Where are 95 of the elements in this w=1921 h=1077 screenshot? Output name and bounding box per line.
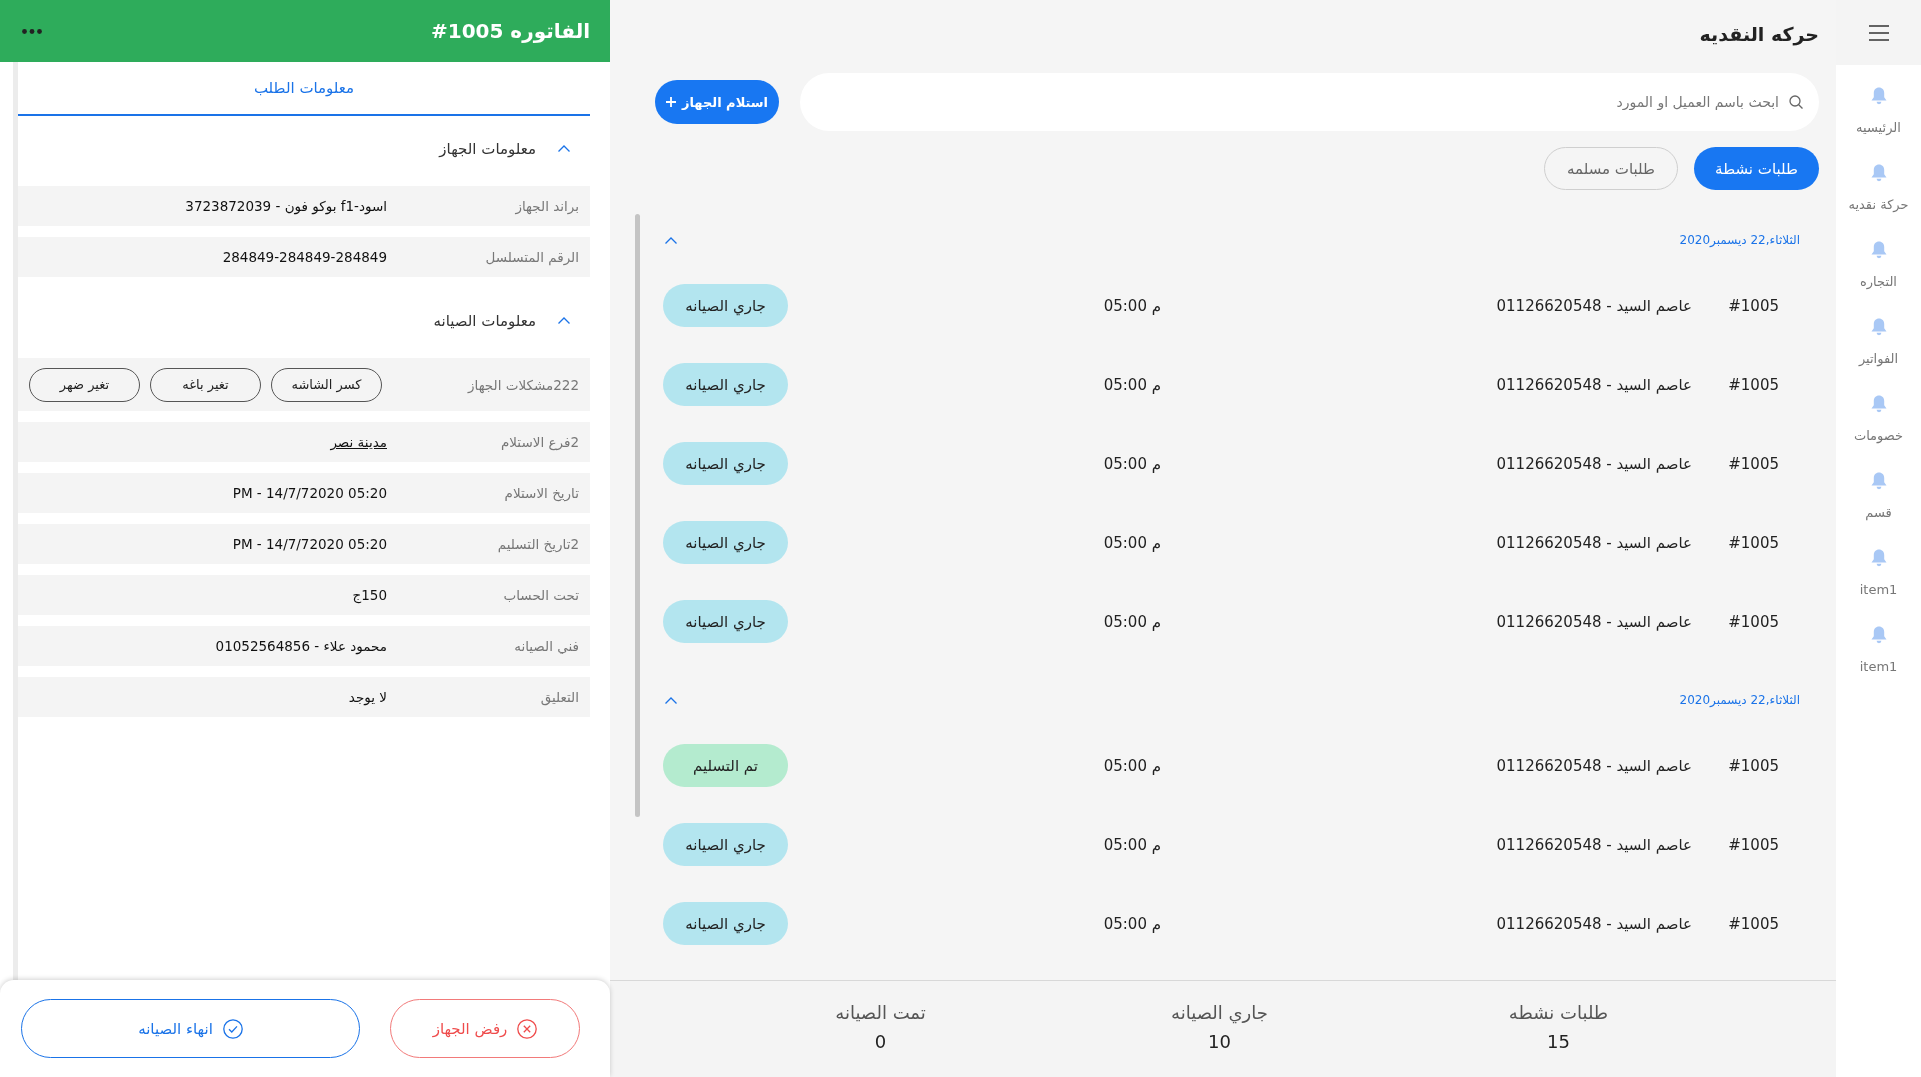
branch-link[interactable]: مدينة نصر <box>330 434 387 450</box>
field-value: اسود-f1 بوكو فون - 3723872039 <box>185 198 387 214</box>
order-time: 05:00 م <box>1103 375 1161 394</box>
filter-tab[interactable]: طلبات نشطة <box>1694 147 1819 190</box>
bell-icon <box>1870 626 1887 644</box>
order-number: #1005 <box>1728 756 1779 775</box>
customer-text: عاصم السيد - 01126620548 <box>1496 612 1692 631</box>
finish-button[interactable]: انهاء الصيانه <box>21 999 360 1058</box>
status-pill: جاري الصيانه <box>663 600 788 643</box>
sidebar-item[interactable]: item1 <box>1836 626 1921 703</box>
section-title: معلومات الصيانه <box>433 311 536 332</box>
field-value: 284849-284849-284849 <box>222 249 387 265</box>
scrollbar[interactable] <box>635 214 640 817</box>
status-pill: تم التسليم <box>663 744 788 787</box>
order-time: 05:00 م <box>1103 612 1161 631</box>
search-field[interactable]: ابحث باسم العميل او المورد <box>800 73 1819 131</box>
sidebar-item[interactable]: خصومات <box>1836 395 1921 472</box>
x-circle-icon <box>517 1018 538 1039</box>
bell-icon <box>1870 164 1887 182</box>
check-circle-icon <box>222 1018 243 1039</box>
chevron-up-icon[interactable] <box>558 145 570 152</box>
stat-value: 10 <box>1208 1030 1231 1054</box>
order-number: #1005 <box>1728 612 1779 631</box>
field-label: تحت الحساب <box>503 587 579 603</box>
page-title: حركه النقديه <box>1699 22 1819 47</box>
add-device-button[interactable]: استلام الجهاز <box>655 80 779 124</box>
field-label: 2تاريخ التسليم <box>497 536 579 552</box>
chevron-up-icon[interactable] <box>665 236 677 244</box>
customer-text: عاصم السيد - 01126620548 <box>1496 296 1692 315</box>
order-time: 05:00 م <box>1103 296 1161 315</box>
field-label: الرقم المتسلسل <box>485 249 579 265</box>
invoice-title: #1005 الفاتوره <box>430 19 590 43</box>
plus-icon <box>665 97 676 107</box>
field-label: فني الصيانه <box>514 638 579 654</box>
field-value: لا يوجد <box>348 689 387 705</box>
field-label: التعليق <box>540 689 579 705</box>
status-pill: جاري الصيانه <box>663 442 788 485</box>
field-label: 2فرع الاستلام <box>500 434 579 450</box>
field-value: 150ج <box>352 587 387 603</box>
bell-icon <box>1870 318 1887 336</box>
reject-button[interactable]: رفض الجهاز <box>390 999 580 1058</box>
sidebar-item[interactable]: قسم <box>1836 472 1921 549</box>
status-pill: جاري الصيانه <box>663 902 788 945</box>
bell-icon <box>1870 395 1887 413</box>
status-pill: جاري الصيانه <box>663 284 788 327</box>
group-date: الثلاثاء,22 ديسمبر2020 <box>1679 233 1800 247</box>
stat-value: 0 <box>874 1030 887 1054</box>
customer-text: عاصم السيد - 01126620548 <box>1496 533 1692 552</box>
search-icon <box>1789 95 1803 109</box>
order-number: #1005 <box>1728 296 1779 315</box>
stat-label: طلبات نشطه <box>1508 1001 1609 1025</box>
customer-text: عاصم السيد - 01126620548 <box>1496 914 1692 933</box>
order-number: #1005 <box>1728 375 1779 394</box>
order-number: #1005 <box>1728 454 1779 473</box>
chevron-up-icon[interactable] <box>558 317 570 324</box>
sidebar-item[interactable]: التجاره <box>1836 241 1921 318</box>
ellipsis-icon[interactable] <box>22 28 42 34</box>
order-time: 05:00 م <box>1103 454 1161 473</box>
field-value: محمود علاء - 01052564856 <box>215 638 387 654</box>
field-value: PM - 14/7/72020 05:20 <box>232 485 387 501</box>
bell-icon <box>1870 87 1887 105</box>
sidebar-item[interactable]: الرئيسيه <box>1836 87 1921 164</box>
bell-icon <box>1870 472 1887 490</box>
bell-icon <box>1870 549 1887 567</box>
field-label: 222مشكلات الجهاز <box>468 376 579 393</box>
order-number: #1005 <box>1728 533 1779 552</box>
status-pill: جاري الصيانه <box>663 521 788 564</box>
field-label: براند الجهاز <box>515 198 579 214</box>
customer-text: عاصم السيد - 01126620548 <box>1496 375 1692 394</box>
order-time: 05:00 م <box>1103 835 1161 854</box>
status-pill: جاري الصيانه <box>663 823 788 866</box>
stat-label: جاري الصيانه <box>1171 1001 1268 1026</box>
order-time: 05:00 م <box>1103 914 1161 933</box>
sidebar-item[interactable]: حركة نقديه <box>1836 164 1921 241</box>
field-value: PM - 14/7/72020 05:20 <box>232 536 387 552</box>
sidebar-item[interactable]: item1 <box>1836 549 1921 626</box>
bell-icon <box>1870 241 1887 259</box>
customer-text: عاصم السيد - 01126620548 <box>1496 756 1692 775</box>
stat-value: 15 <box>1547 1030 1570 1054</box>
info-tab[interactable]: معلومات الطلب <box>18 62 590 116</box>
chevron-up-icon[interactable] <box>665 696 677 704</box>
order-number: #1005 <box>1728 835 1779 854</box>
section-title: معلومات الجهاز <box>439 139 536 160</box>
field-label: تاريخ الاستلام <box>504 485 579 501</box>
order-time: 05:00 م <box>1103 533 1161 552</box>
search-input[interactable]: ابحث باسم العميل او المورد <box>820 91 1779 113</box>
customer-text: عاصم السيد - 01126620548 <box>1496 835 1692 854</box>
sidebar-item[interactable]: الفواتير <box>1836 318 1921 395</box>
order-time: 05:00 م <box>1103 756 1161 775</box>
status-pill: جاري الصيانه <box>663 363 788 406</box>
stat-label: تمت الصيانه <box>835 1001 926 1025</box>
group-date: الثلاثاء,22 ديسمبر2020 <box>1679 693 1800 707</box>
order-number: #1005 <box>1728 914 1779 933</box>
menu-icon[interactable] <box>1868 24 1889 41</box>
customer-text: عاصم السيد - 01126620548 <box>1496 454 1692 473</box>
